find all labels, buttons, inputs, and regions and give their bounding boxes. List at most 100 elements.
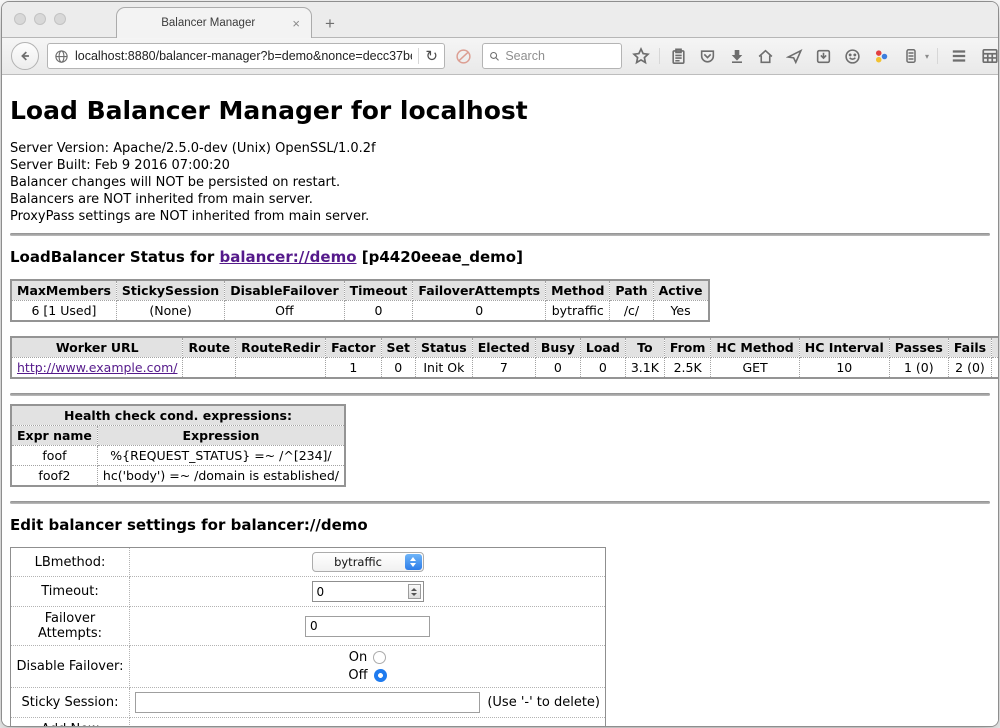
failover-attempts-input[interactable] [305,616,430,637]
col-header: StickySession [116,280,224,301]
send-icon [786,48,803,65]
reload-icon[interactable]: ↻ [425,49,438,64]
bookmark-star-icon [632,47,650,65]
health-check-table: Health check cond. expressions: Expr nam… [10,404,346,487]
col-header: To [625,337,664,358]
lbmethod-select[interactable]: bytraffic [312,552,424,572]
form-row-sticky: Sticky Session: (Use '-' to delete) [11,688,606,718]
new-tab-button[interactable]: + [325,15,335,32]
blocked-content-button[interactable] [453,44,474,68]
worker-url-link[interactable]: http://www.example.com/ [17,360,177,375]
health-data-row: foof2 hc('body') =~ /domain is establish… [11,466,345,487]
col-header: FailoverAttempts [413,280,546,301]
download-icon [729,48,745,64]
worker-table: Worker URL Route RouteRedir Factor Set S… [10,336,998,379]
disable-failover-off-radio[interactable] [374,669,387,682]
status-heading: LoadBalancer Status for balancer://demo … [10,248,990,266]
col-header: Method [546,280,610,301]
addon-button[interactable] [871,44,892,68]
disable-failover-on-radio[interactable] [373,651,386,664]
notice-proxypass: ProxyPass settings are NOT inherited fro… [10,208,990,225]
color-dots-icon [873,48,890,65]
close-window-button[interactable] [14,13,26,25]
col-header: Set [381,337,415,358]
col-header: DisableFailover [225,280,344,301]
divider [10,501,990,504]
col-header: Active [653,280,708,301]
reading-list-button[interactable] [668,44,689,68]
notice-persist: Balancer changes will NOT be persisted o… [10,174,990,191]
disable-failover-label: Disable Failover: [11,646,130,688]
table-cell: 7 [472,358,535,379]
form-row-timeout: Timeout: [11,577,606,607]
form-row-failover: Failover Attempts: [11,607,606,646]
col-header: HC uri [992,337,998,358]
balancer-link[interactable]: balancer://demo [219,248,356,266]
search-input[interactable] [505,49,615,63]
col-header: MaxMembers [11,280,116,301]
table-cell: Init Ok [416,358,473,379]
table-cell: 10 [799,358,889,379]
col-header: Timeout [344,280,413,301]
zoom-window-button[interactable] [54,13,66,25]
divider [10,233,990,236]
radio-on-label: On [349,650,367,665]
blocked-icon [455,48,472,65]
chat-smiley-icon [844,48,861,65]
panel-button[interactable] [979,44,999,68]
bookmark-button[interactable] [630,44,651,68]
divider [10,393,990,396]
table-cell: 0 [535,358,580,379]
sticky-session-input[interactable] [135,692,480,713]
container-button[interactable] [900,44,921,68]
dropdown-caret-icon[interactable]: ▾ [925,52,929,61]
extension-button[interactable] [813,44,834,68]
worker-data-row: http://www.example.com/ 1 0 Init Ok 7 0 … [11,358,998,379]
back-button[interactable] [11,42,39,70]
downloads-button[interactable] [726,44,747,68]
table-cell: 0 [580,358,625,379]
worker-url-cell: http://www.example.com/ [11,358,183,379]
health-title-row: Health check cond. expressions: [11,405,345,426]
col-header: Busy [535,337,580,358]
table-cell: (None) [116,301,224,322]
sticky-session-label: Sticky Session: [11,688,130,718]
minimize-window-button[interactable] [34,13,46,25]
chat-button[interactable] [842,44,863,68]
col-header: Passes [889,337,948,358]
back-icon [18,49,32,63]
tab-title: Balancer Manager [126,17,290,29]
home-button[interactable] [755,44,776,68]
table-cell: 0 [344,301,413,322]
close-tab-icon[interactable]: × [290,16,302,31]
col-header: Path [610,280,653,301]
form-row-lbmethod: LBmethod: bytraffic [11,548,606,577]
col-header: Expression [97,426,345,446]
menu-button[interactable] [948,44,969,68]
table-cell: 6 [1 Used] [11,301,116,322]
toolbar-separator [659,48,660,64]
table-cell: Yes [653,301,708,322]
page-title: Load Balancer Manager for localhost [10,96,990,125]
lbmethod-selected-value: bytraffic [313,555,404,569]
table-cell: 1 [326,358,381,379]
health-table-title: Health check cond. expressions: [11,405,345,426]
number-spinner-icon[interactable] [408,584,421,599]
url-bar[interactable]: localhost:8880/balancer-manager?b=demo&n… [47,43,445,69]
send-tab-button[interactable] [784,44,805,68]
col-header: Factor [326,337,381,358]
table-cell: 0 [381,358,415,379]
navigation-toolbar: localhost:8880/balancer-manager?b=demo&n… [2,38,998,75]
table-cell [992,358,998,379]
add-worker-label: Add New Worker: [11,718,130,727]
pocket-button[interactable] [697,44,718,68]
form-row-disable-failover: Disable Failover: On Off [11,646,606,688]
menu-hamburger-icon [950,47,968,65]
grid-panel-icon [981,47,999,65]
col-header: Route [183,337,236,358]
tab-balancer-manager[interactable]: Balancer Manager × [116,7,312,38]
table-cell: GET [711,358,799,379]
table-cell: 2.5K [664,358,711,379]
search-bar[interactable] [482,43,622,69]
extension-box-icon [815,48,832,65]
